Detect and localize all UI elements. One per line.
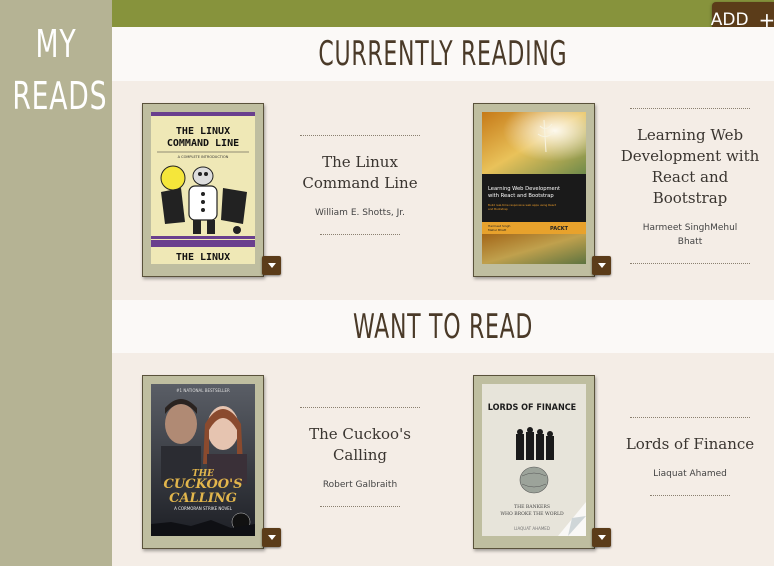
app-logo: MY READS [12,18,108,122]
book-author: William E. Shotts, Jr. [314,208,406,218]
divider [630,108,750,109]
section-header-want-to-read: WANT TO READ [112,300,774,353]
sidebar: MY READS [0,0,112,566]
book-details: The Cuckoo's Calling Robert Galbraith [290,407,430,507]
section-title: CURRENTLY READING [318,34,568,74]
svg-text:PACKT: PACKT [550,226,569,232]
svg-text:LIAQUAT AHAMED: LIAQUAT AHAMED [514,526,550,531]
svg-text:A CORMORAN STRIKE NOVEL: A CORMORAN STRIKE NOVEL [174,506,233,511]
svg-text:Mehul Bhatt: Mehul Bhatt [488,228,507,232]
book-author: Robert Galbraith [322,480,398,490]
divider [630,417,750,418]
svg-text:with React and Bootstrap: with React and Bootstrap [488,193,554,199]
book-title: Learning Web Development with React and … [620,126,760,207]
svg-text:CALLING: CALLING [169,491,237,506]
divider [300,407,420,408]
book-cover[interactable]: Learning Web Development with React and … [482,112,586,264]
book-card[interactable]: LORDS OF FINANCE THE BANKERS WHO BROKE T… [473,375,595,549]
book-card[interactable]: THE LINUX COMMAND LINE A COMPLETE INTROD… [142,103,264,277]
chevron-down-icon [597,535,606,540]
svg-text:LORDS OF FINANCE: LORDS OF FINANCE [488,403,576,413]
section-header-currently-reading: CURRENTLY READING [112,27,774,81]
divider [300,135,420,136]
book-card[interactable]: Learning Web Development with React and … [473,103,595,277]
section-title: WANT TO READ [352,306,534,347]
book-shelf-changer-button[interactable] [592,528,611,547]
book-author: Harmeet SinghMehul Bhatt [642,223,738,247]
logo-line-1: MY [35,22,77,66]
divider [320,506,400,507]
svg-text:WHO BROKE THE WORLD: WHO BROKE THE WORLD [500,511,564,517]
book-cover[interactable]: #1 NATIONAL BESTSELLER THE CUCKOO'S CALL… [151,384,255,536]
top-bar [112,0,774,27]
svg-text:and Bootstrap: and Bootstrap [488,207,508,211]
chevron-down-icon [267,535,276,540]
svg-text:A COMPLETE INTRODUCTION: A COMPLETE INTRODUCTION [178,155,229,159]
cover-title-bottom: THE LINUX [176,252,230,263]
divider [650,495,730,496]
svg-text:#1 NATIONAL BESTSELLER: #1 NATIONAL BESTSELLER [176,388,230,393]
book-author: Liaquat Ahamed [653,469,727,479]
svg-text:CUCKOO'S: CUCKOO'S [164,477,243,492]
divider [630,263,750,264]
book-cover[interactable]: THE LINUX COMMAND LINE A COMPLETE INTROD… [151,112,255,264]
book-card[interactable]: #1 NATIONAL BESTSELLER THE CUCKOO'S CALL… [142,375,264,549]
logo-line-2: READS [12,74,108,118]
divider [320,234,400,235]
cover-title-line-2: COMMAND LINE [167,138,239,149]
book-shelf-changer-button[interactable] [592,256,611,275]
book-details: The Linux Command Line William E. Shotts… [290,135,430,235]
book-title: The Linux Command Line [302,153,418,192]
book-title: The Cuckoo's Calling [309,425,411,464]
svg-text:THE BANKERS: THE BANKERS [514,504,550,510]
book-details: Lords of Finance Liaquat Ahamed [620,417,760,496]
svg-text:Learning Web Development: Learning Web Development [488,186,560,192]
book-details: Learning Web Development with React and … [620,108,760,264]
cover-title-line-1: THE LINUX [176,126,230,137]
book-shelf-changer-button[interactable] [262,256,281,275]
chevron-down-icon [597,263,606,268]
book-cover[interactable]: LORDS OF FINANCE THE BANKERS WHO BROKE T… [482,384,586,536]
chevron-down-icon [267,263,276,268]
book-shelf-changer-button[interactable] [262,528,281,547]
book-title: Lords of Finance [625,435,755,453]
